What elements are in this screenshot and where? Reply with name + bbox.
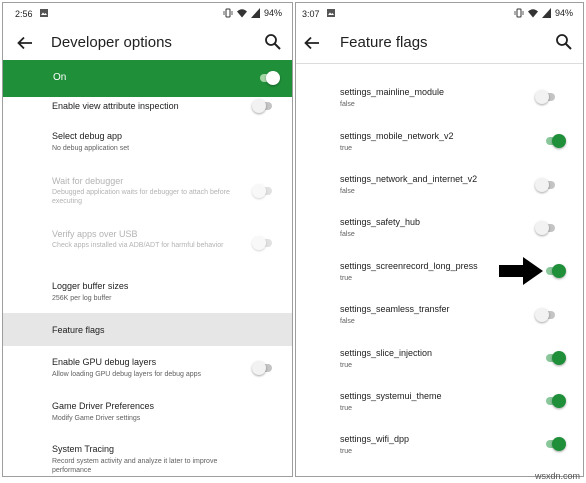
item-title: Wait for debugger bbox=[52, 176, 124, 186]
flag-toggle[interactable] bbox=[544, 394, 566, 408]
flag-toggle[interactable] bbox=[535, 308, 557, 322]
status-bar: 3:07 94% bbox=[296, 3, 583, 25]
item-subtitle: Check apps installed via ADB/ADT for har… bbox=[52, 242, 224, 249]
signal-icon bbox=[250, 8, 260, 18]
flag-value: true bbox=[340, 145, 353, 152]
page-title: Feature flags bbox=[340, 34, 428, 51]
status-time: 3:07 bbox=[302, 9, 320, 19]
search-icon[interactable] bbox=[264, 33, 282, 51]
flag-toggle[interactable] bbox=[535, 178, 557, 192]
item-title: Verify apps over USB bbox=[52, 229, 138, 239]
search-icon[interactable] bbox=[555, 33, 573, 51]
flag-toggle[interactable] bbox=[544, 351, 566, 365]
flag-value: false bbox=[340, 318, 355, 325]
master-switch-label: On bbox=[53, 72, 67, 83]
flag-row-settings-network-and-internet-v2[interactable]: settings_network_and_internet_v2 false bbox=[296, 172, 583, 202]
flag-name: settings_safety_hub bbox=[340, 217, 421, 227]
item-subtitle: Allow loading GPU debug layers for debug… bbox=[52, 371, 202, 378]
flag-toggle[interactable] bbox=[544, 134, 566, 148]
item-subtitle: Debugged application waits for debugger … bbox=[52, 189, 230, 205]
item-title: Logger buffer sizes bbox=[52, 281, 129, 291]
wait-for-debugger-toggle bbox=[252, 184, 274, 198]
back-arrow-icon[interactable] bbox=[15, 33, 35, 53]
flag-toggle[interactable] bbox=[544, 437, 566, 451]
app-bar: Developer options bbox=[3, 25, 292, 61]
flag-toggle[interactable] bbox=[535, 90, 557, 104]
flag-toggle[interactable] bbox=[535, 221, 557, 235]
flag-value: true bbox=[340, 275, 353, 282]
flag-value: false bbox=[340, 188, 355, 195]
list-item-verify-apps-usb: Verify apps over USB Check apps installe… bbox=[3, 223, 292, 267]
pointer-arrow-icon bbox=[499, 257, 543, 285]
image-notification-icon bbox=[327, 9, 335, 17]
flag-row-settings-mobile-network-v2[interactable]: settings_mobile_network_v2 true bbox=[296, 129, 583, 159]
list-item-select-debug-app[interactable]: Select debug app No debug application se… bbox=[3, 125, 292, 161]
app-bar-divider bbox=[296, 63, 583, 64]
list-item-system-tracing[interactable]: System Tracing Record system activity an… bbox=[3, 438, 292, 476]
item-title: System Tracing bbox=[52, 444, 115, 454]
signal-icon bbox=[541, 8, 551, 18]
item-subtitle: No debug application set bbox=[52, 145, 130, 152]
list-item-feature-flags[interactable]: Feature flags bbox=[3, 313, 292, 346]
item-title: Feature flags bbox=[52, 325, 105, 335]
flag-value: true bbox=[340, 405, 353, 412]
item-subtitle: Modify Game Driver settings bbox=[52, 415, 141, 422]
gpu-debug-toggle[interactable] bbox=[252, 361, 274, 375]
flag-row-settings-seamless-transfer[interactable]: settings_seamless_transfer false bbox=[296, 302, 583, 332]
item-title: Select debug app bbox=[52, 131, 123, 141]
watermark: wsxdn.com bbox=[534, 471, 580, 481]
flag-row-settings-mainline-module[interactable]: settings_mainline_module false bbox=[296, 85, 583, 115]
page-title: Developer options bbox=[51, 34, 172, 51]
flag-name: settings_seamless_transfer bbox=[340, 304, 450, 314]
item-subtitle: 256K per log buffer bbox=[52, 295, 112, 302]
flag-row-settings-slice-injection[interactable]: settings_slice_injection true bbox=[296, 346, 583, 376]
flag-name: settings_network_and_internet_v2 bbox=[340, 174, 478, 184]
item-title: Enable GPU debug layers bbox=[52, 357, 157, 367]
developer-options-screen: 2:56 94% Developer options On Enable vie… bbox=[2, 2, 293, 477]
list-item-wait-for-debugger: Wait for debugger Debugged application w… bbox=[3, 170, 292, 214]
wifi-icon bbox=[236, 9, 247, 18]
flag-value: false bbox=[340, 231, 355, 238]
feature-flags-screen: 3:07 94% Feature flags settings_mainline… bbox=[295, 2, 584, 477]
item-subtitle: Record system activity and analyze it la… bbox=[52, 458, 218, 474]
flag-row-settings-systemui-theme[interactable]: settings_systemui_theme true bbox=[296, 389, 583, 419]
vibrate-icon bbox=[223, 8, 233, 18]
flag-name: settings_screenrecord_long_press bbox=[340, 261, 478, 271]
item-title: Enable view attribute inspection bbox=[52, 101, 179, 111]
master-toggle[interactable] bbox=[258, 71, 280, 85]
flag-name: settings_slice_injection bbox=[340, 348, 433, 358]
list-item-logger-buffer-sizes[interactable]: Logger buffer sizes 256K per log buffer bbox=[3, 275, 292, 311]
battery-percent: 94% bbox=[263, 8, 282, 18]
view-attribute-toggle[interactable] bbox=[252, 99, 274, 113]
flag-row-settings-safety-hub[interactable]: settings_safety_hub false bbox=[296, 215, 583, 245]
flag-name: settings_mobile_network_v2 bbox=[340, 131, 454, 141]
flag-toggle[interactable] bbox=[544, 264, 566, 278]
battery-percent: 94% bbox=[554, 8, 573, 18]
vibrate-icon bbox=[514, 8, 524, 18]
verify-apps-toggle bbox=[252, 236, 274, 250]
item-title: Game Driver Preferences bbox=[52, 401, 155, 411]
flag-value: true bbox=[340, 448, 353, 455]
status-time: 2:56 bbox=[15, 9, 33, 19]
image-notification-icon bbox=[40, 9, 48, 17]
wifi-icon bbox=[527, 9, 538, 18]
app-bar: Feature flags bbox=[296, 25, 583, 61]
flag-value: true bbox=[340, 362, 353, 369]
flag-row-settings-wifi-dpp[interactable]: settings_wifi_dpp true bbox=[296, 432, 583, 462]
list-item-view-attribute-inspection[interactable]: Enable view attribute inspection bbox=[3, 97, 292, 119]
flag-value: false bbox=[340, 101, 355, 108]
flag-name: settings_systemui_theme bbox=[340, 391, 442, 401]
flag-name: settings_wifi_dpp bbox=[340, 434, 410, 444]
developer-options-master-switch[interactable]: On bbox=[3, 60, 292, 97]
list-item-game-driver-preferences[interactable]: Game Driver Preferences Modify Game Driv… bbox=[3, 395, 292, 431]
back-arrow-icon[interactable] bbox=[302, 33, 322, 53]
flag-name: settings_mainline_module bbox=[340, 87, 445, 97]
list-item-gpu-debug-layers[interactable]: Enable GPU debug layers Allow loading GP… bbox=[3, 351, 292, 387]
status-bar: 2:56 94% bbox=[3, 3, 292, 25]
